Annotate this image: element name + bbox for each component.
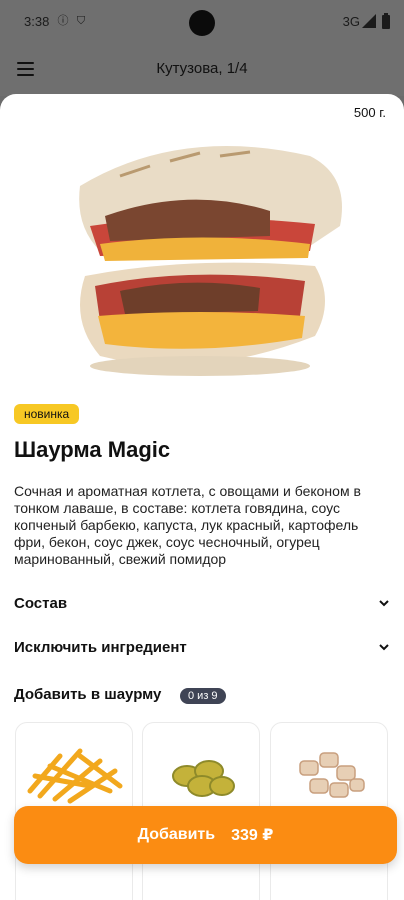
- fries-icon: [27, 748, 123, 804]
- status-time: 3:38: [24, 14, 50, 29]
- chevron-down-icon: [379, 644, 389, 651]
- product-weight: 500 г.: [353, 105, 386, 120]
- chevron-down-icon: [379, 600, 389, 607]
- network-label: 3G: [342, 14, 360, 29]
- product-photo: [79, 146, 342, 376]
- camera-cutout: [189, 10, 215, 36]
- add-to-cart-button[interactable]: Добавить 339 ₽: [14, 806, 397, 864]
- product-sheet: 500 г. новинка Шаурма Magic Сочная и аро…: [0, 94, 404, 900]
- shield-icon: ⛉: [76, 15, 86, 27]
- exclude-ingredient-toggle[interactable]: Исключить ингредиент: [14, 632, 390, 662]
- composition-label: Состав: [14, 594, 68, 612]
- addons-title: Добавить в шаурму: [14, 686, 162, 703]
- product-description: Сочная и ароматная котлета, с овощами и …: [14, 483, 361, 567]
- add-button-label: Добавить: [137, 826, 216, 843]
- pickles-icon: [172, 760, 235, 797]
- battery-icon: [382, 13, 390, 29]
- composition-toggle[interactable]: Состав: [14, 588, 390, 618]
- addons-counter: 0 из 9: [180, 688, 226, 704]
- signal-icon: [362, 14, 376, 28]
- add-button-price: 339 ₽: [231, 827, 274, 844]
- product-title: Шаурма Magic: [14, 437, 171, 462]
- top-bar: Кутузова, 1/4: [0, 44, 404, 96]
- new-badge: новинка: [14, 404, 80, 424]
- info-icon: ⓘ: [57, 15, 69, 27]
- chicken-icon: [299, 752, 365, 798]
- exclude-ingredient-label: Исключить ингредиент: [14, 638, 187, 656]
- status-bar: 3:38 ⓘ ⛉ 3G: [0, 0, 404, 44]
- restaurant-address[interactable]: Кутузова, 1/4: [0, 60, 404, 77]
